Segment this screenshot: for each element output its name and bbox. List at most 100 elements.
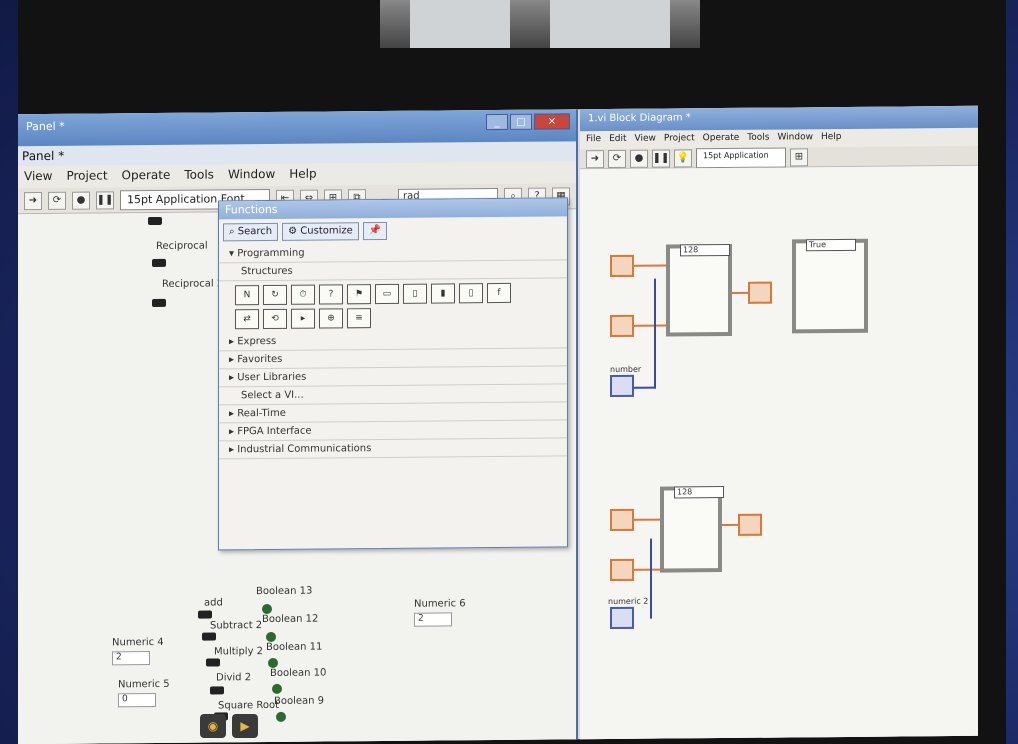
boolean11-led[interactable] (268, 657, 278, 669)
boolean11-label: Boolean 11 (266, 641, 323, 654)
bd-run-continuous-icon[interactable]: ⟳ (608, 149, 626, 168)
reciprocal2-label: Reciprocal 2 (162, 278, 224, 290)
boolean13-label: Boolean 13 (256, 585, 313, 598)
bd-menu-help[interactable]: Help (821, 132, 842, 144)
pin-icon[interactable]: 📌 (362, 221, 388, 241)
close-button[interactable]: ✕ (534, 113, 570, 130)
reciprocal2-terminal[interactable] (152, 258, 166, 268)
case-selector-1[interactable]: 128 (680, 243, 730, 257)
subtract2-label: Subtract 2 (210, 620, 263, 632)
timed-loop-icon[interactable]: ⏱ (291, 284, 315, 305)
block-diagram-canvas[interactable]: 128 True number 128 numeric 2 (580, 165, 978, 740)
chrome-icon[interactable]: ◉ (200, 714, 226, 738)
menu-window[interactable]: Window (228, 167, 275, 183)
monitor-screen: Panel * _ □ ✕ Panel * View Project Opera… (18, 105, 978, 744)
bd-menu-project[interactable]: Project (664, 133, 695, 145)
bd-menu-edit[interactable]: Edit (609, 134, 626, 146)
numeric6-field[interactable]: 2 (414, 612, 452, 627)
divide2-terminal[interactable] (210, 686, 224, 695)
numeric4-field[interactable]: 2 (112, 651, 150, 666)
block-diagram-titlebar[interactable]: 1.vi Block Diagram * (580, 105, 978, 132)
case-structure-3[interactable]: 128 (660, 486, 724, 573)
bd-font-selector[interactable]: 15pt Application (696, 146, 786, 168)
numeric-indicator-2[interactable] (738, 513, 762, 536)
menu-tools[interactable]: Tools (184, 167, 214, 183)
square-root-label: Square Root (218, 699, 280, 712)
numeric-indicator-1[interactable] (748, 281, 772, 304)
front-panel-title: Panel * (26, 119, 65, 134)
taskbar: ◉ ▶ (200, 714, 258, 738)
abort-icon[interactable]: ● (72, 191, 90, 210)
numeric-terminal-a[interactable] (610, 254, 634, 278)
diagram-disable-icon[interactable]: ▮ (431, 283, 455, 304)
case-structure-1[interactable]: 128 (666, 243, 732, 337)
numeric-terminal-b[interactable] (610, 314, 634, 338)
boolean12-label: Boolean 12 (262, 613, 319, 626)
palette-customize-button[interactable]: ⚙ Customize (282, 222, 359, 241)
formula-node-icon[interactable]: f (487, 282, 511, 304)
global-variable-icon[interactable]: ⊕ (319, 308, 343, 329)
number-label: number (610, 364, 642, 375)
block-diagram-window: 1.vi Block Diagram * File Edit View Proj… (580, 105, 978, 740)
bd-menu-operate[interactable]: Operate (703, 133, 740, 145)
menu-operate[interactable]: Operate (122, 168, 171, 184)
while-loop-icon[interactable]: ↻ (263, 284, 287, 306)
front-panel-window: Panel * _ □ ✕ Panel * View Project Opera… (18, 109, 578, 744)
stacked-sequence-icon[interactable]: ▯ (403, 283, 427, 304)
case-structure-icon[interactable]: ? (319, 284, 343, 305)
bd-menu-view[interactable]: View (635, 134, 656, 146)
wire-c (634, 518, 660, 521)
local-variable-icon[interactable]: ▸ (291, 308, 315, 329)
subtract2-terminal[interactable] (202, 632, 216, 641)
number-terminal[interactable] (610, 374, 634, 398)
add-terminal[interactable] (198, 610, 212, 619)
reciprocal-terminal[interactable] (148, 216, 162, 226)
minimize-button[interactable]: _ (486, 113, 508, 131)
maximize-button[interactable]: □ (510, 113, 532, 130)
conditional-disable-icon[interactable]: ▯ (459, 283, 483, 304)
boolean13-led[interactable] (262, 603, 272, 615)
boolean12-led[interactable] (266, 631, 276, 643)
run-continuous-icon[interactable]: ⟳ (48, 191, 66, 210)
flat-sequence-icon[interactable]: ▭ (375, 283, 399, 305)
run-arrow-icon[interactable]: ➜ (24, 191, 42, 210)
palette-customize-label: Customize (300, 225, 353, 237)
pause-icon[interactable]: ❚❚ (96, 190, 114, 210)
reciprocal2-output-terminal[interactable] (152, 298, 166, 308)
menu-help[interactable]: Help (289, 167, 316, 183)
palette-search-button[interactable]: ⌕ Search (223, 222, 279, 242)
wire-out-2 (722, 523, 738, 527)
feedback-node-icon[interactable]: ⟲ (263, 308, 287, 330)
multiply2-terminal[interactable] (206, 658, 220, 667)
bd-run-icon[interactable]: ➜ (586, 149, 604, 168)
numeric2-terminal[interactable] (610, 606, 634, 630)
multiply2-label: Multiply 2 (214, 646, 264, 658)
bd-pause-icon[interactable]: ❚❚ (652, 148, 670, 168)
palette-industrial[interactable]: ▸ Industrial Communications (219, 438, 567, 460)
labview-icon[interactable]: ▶ (232, 714, 258, 738)
boolean9-led[interactable] (276, 711, 286, 722)
bd-cleanup-icon[interactable]: ⊞ (790, 147, 808, 166)
case-structure-2[interactable]: True (792, 238, 868, 334)
for-loop-icon[interactable]: N (235, 285, 259, 306)
event-structure-icon[interactable]: ⚑ (347, 284, 371, 305)
express-label: Express (237, 335, 277, 348)
case-selector-2[interactable]: True (806, 238, 856, 252)
menu-view[interactable]: View (24, 169, 52, 185)
palette-toolbar: ⌕ Search ⚙ Customize 📌 (219, 216, 567, 245)
boolean10-led[interactable] (272, 683, 282, 694)
numeric-terminal-c[interactable] (610, 508, 634, 532)
highlight-execution-icon[interactable]: 💡 (674, 148, 692, 167)
shift-register-icon[interactable]: ⇄ (235, 309, 259, 330)
bd-abort-icon[interactable]: ● (630, 149, 648, 168)
wire-a (634, 264, 666, 267)
menu-project[interactable]: Project (66, 168, 107, 184)
mathscript-icon[interactable]: ≡ (347, 308, 371, 329)
numeric-terminal-d[interactable] (610, 558, 634, 582)
case-selector-3[interactable]: 128 (674, 486, 724, 499)
bd-menu-file[interactable]: File (586, 134, 601, 146)
numeric5-field[interactable]: 0 (118, 692, 156, 708)
bd-menu-window[interactable]: Window (777, 132, 813, 144)
bd-menu-tools[interactable]: Tools (747, 133, 769, 145)
front-panel-titlebar[interactable]: Panel * _ □ ✕ (18, 109, 576, 147)
